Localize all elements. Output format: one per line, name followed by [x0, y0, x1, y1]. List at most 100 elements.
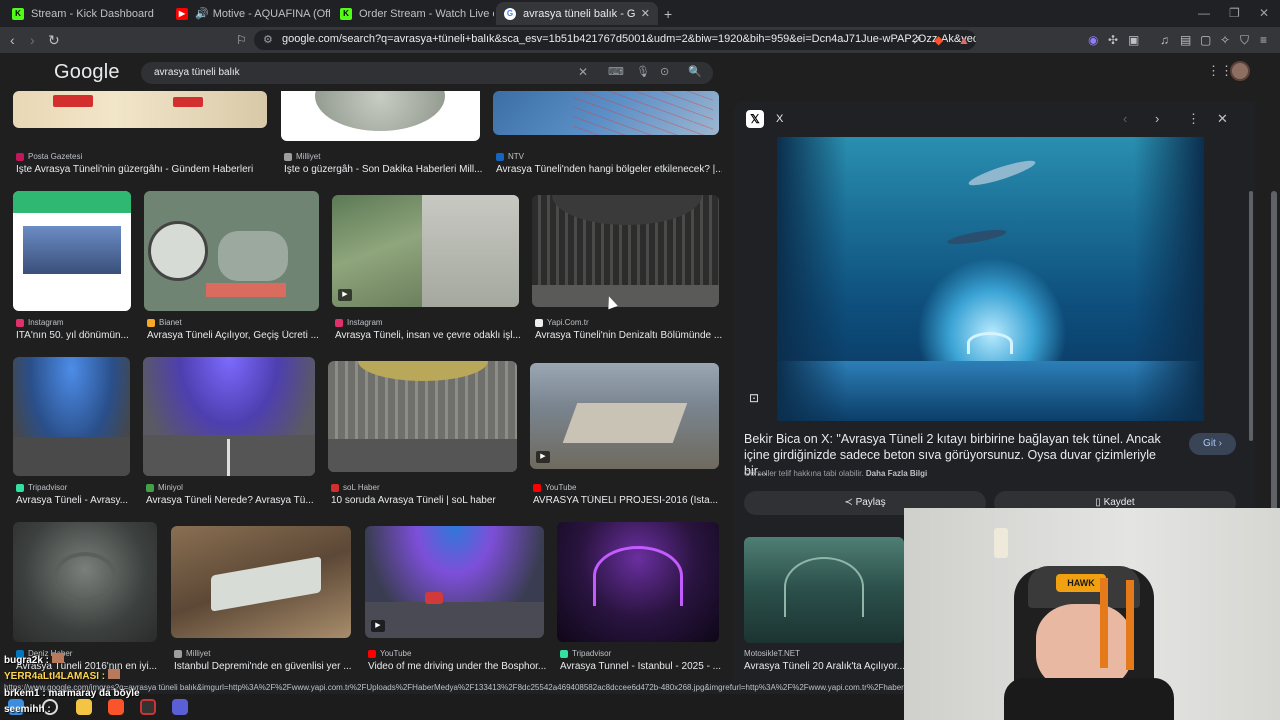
result-thumbnail[interactable] — [328, 361, 517, 472]
related-source[interactable]: MotosikleT.NET — [744, 649, 800, 658]
result-title[interactable]: ITA'nın 50. yıl dönümün... — [16, 330, 134, 341]
result-title[interactable]: Avrasya Tüneli - Avrasy... — [16, 495, 133, 506]
previous-icon[interactable]: ‹ — [1123, 111, 1127, 126]
new-tab-button[interactable]: + — [664, 6, 672, 22]
result-source[interactable]: Yapi.Com.tr — [535, 318, 589, 327]
panel-icon[interactable]: ▤ — [1180, 33, 1191, 47]
result-thumbnail[interactable] — [13, 191, 131, 311]
search-box[interactable]: avrasya tüneli balık ✕ ⌨ 🎙 ⊙ 🔍 — [141, 62, 713, 84]
result-source[interactable]: YouTube — [368, 649, 411, 658]
result-thumbnail[interactable] — [171, 526, 351, 638]
site-info-icon[interactable]: ⚙ — [263, 33, 273, 46]
related-title[interactable]: Avrasya Tüneli 20 Aralık'ta Açılıyor... — [744, 661, 905, 672]
result-title[interactable]: Avrasya Tunnel - İstanbul - 2025 - ... — [560, 661, 722, 672]
lens-icon[interactable]: ⊙ — [660, 65, 669, 78]
result-source[interactable]: Milliyet — [284, 152, 320, 161]
result-thumbnail[interactable] — [13, 357, 130, 476]
shield-icon[interactable]: ⛉ — [1240, 33, 1249, 48]
obs-icon[interactable] — [172, 699, 188, 715]
microphone-icon[interactable]: 🎙 — [636, 65, 650, 78]
result-source[interactable]: YouTube — [533, 483, 576, 492]
vpn-icon[interactable]: ◉ — [1088, 33, 1098, 47]
result-source[interactable]: NTV — [496, 152, 524, 161]
image-results-grid: Posta Gazetesi İşte Avrasya Tüneli'nin g… — [0, 91, 733, 720]
result-thumbnail[interactable]: ▶ — [365, 526, 544, 638]
result-title[interactable]: Avrasya Tüneli, insan ve çevre odaklı iş… — [335, 330, 522, 341]
explorer-icon[interactable] — [76, 699, 92, 715]
scrollbar-thumb[interactable] — [1271, 191, 1277, 531]
result-thumbnail[interactable] — [493, 91, 719, 135]
close-tab-icon[interactable]: ✕ — [641, 7, 650, 20]
brave-icon[interactable] — [108, 699, 124, 715]
result-title[interactable]: Video of me driving under the Bosphor... — [368, 661, 547, 672]
result-source[interactable]: Tripadvisor — [560, 649, 611, 658]
visit-button[interactable]: Git › — [1189, 433, 1236, 455]
tab-kick-order[interactable]: K Order Stream - Watch Live on Kick — [332, 2, 494, 25]
result-thumbnail[interactable]: ▶ — [530, 363, 719, 469]
minimize-button[interactable]: — — [1198, 6, 1210, 20]
result-thumbnail[interactable] — [532, 195, 719, 307]
close-panel-icon[interactable]: ✕ — [1217, 111, 1228, 127]
forward-button[interactable]: › — [30, 32, 35, 48]
result-source[interactable]: Tripadvisor — [16, 483, 67, 492]
scrollbar-thumb[interactable] — [1249, 191, 1253, 441]
wallet-icon[interactable]: ▢ — [1200, 33, 1211, 47]
result-title[interactable]: Avrasya Tüneli Nerede? Avrasya Tü... — [146, 495, 318, 506]
result-title[interactable]: İşte o güzergâh - Son Dakika Haberleri M… — [284, 164, 483, 175]
more-info-link[interactable]: Daha Fazla Bilgi — [866, 469, 927, 478]
menu-icon[interactable]: ≡ — [1260, 33, 1267, 47]
window-close-button[interactable]: ✕ — [1259, 6, 1269, 20]
reload-button[interactable]: ↻ — [48, 32, 60, 49]
next-icon[interactable]: › — [1155, 111, 1159, 126]
search-query[interactable]: avrasya tüneli balık — [154, 67, 240, 78]
maximize-button[interactable]: ❐ — [1229, 6, 1240, 20]
tab-youtube-music[interactable]: ▶ 🔊 Motive - AQUAFINA (Official Mu — [168, 2, 330, 25]
result-thumbnail[interactable] — [143, 357, 315, 476]
result-source[interactable]: Instagram — [16, 318, 64, 327]
more-options-icon[interactable]: ⋮ — [1187, 111, 1200, 127]
result-title[interactable]: Avrasya Tüneli'nden hangi bölgeler etkil… — [496, 164, 722, 175]
back-button[interactable]: ‹ — [10, 32, 15, 48]
panel-site-name[interactable]: X — [776, 113, 783, 125]
result-source[interactable]: Miniyol — [146, 483, 183, 492]
result-thumbnail[interactable] — [13, 91, 267, 128]
result-title[interactable]: İstanbul Depremi'nde en güvenlisi yer ..… — [174, 661, 354, 672]
brave-rewards-icon[interactable]: ▲ — [958, 33, 970, 47]
search-icon[interactable]: 🔍 — [688, 65, 702, 78]
lens-search-icon[interactable]: ⊡ — [749, 391, 759, 405]
address-bar[interactable]: ⚙ google.com/search?q=avrasya+tüneli+bal… — [254, 30, 976, 50]
result-title[interactable]: Avrasya Tüneli Açılıyor, Geçiş Ücreti ..… — [147, 330, 322, 341]
result-title[interactable]: İşte Avrasya Tüneli'nin güzergâhı - Günd… — [16, 164, 270, 175]
sidebar-icon[interactable]: ▣ — [1128, 33, 1139, 47]
result-source[interactable]: Instagram — [335, 318, 383, 327]
clear-search-icon[interactable]: ✕ — [578, 65, 588, 79]
keyboard-icon[interactable]: ⌨ — [608, 65, 624, 78]
result-source[interactable]: Bianet — [147, 318, 182, 327]
google-logo[interactable]: Google — [54, 61, 120, 84]
result-thumbnail[interactable]: ▶ — [332, 195, 519, 307]
result-source[interactable]: Milliyet — [174, 649, 210, 658]
result-title[interactable]: AVRASYA TÜNELİ PROJESİ-2016 (İsta... — [533, 495, 722, 506]
result-thumbnail[interactable] — [557, 522, 719, 642]
preview-image[interactable] — [777, 137, 1204, 421]
result-source[interactable]: soL Haber — [331, 483, 380, 492]
result-thumbnail[interactable] — [144, 191, 319, 311]
leo-ai-icon[interactable]: ✧ — [1220, 33, 1230, 47]
related-thumbnail[interactable] — [744, 537, 904, 643]
bookmark-icon[interactable]: ⚐ — [236, 33, 247, 47]
tab-google-search[interactable]: G avrasya tüneli balık - Google'da ✕ — [496, 2, 658, 25]
result-title[interactable]: 10 soruda Avrasya Tüneli | soL haber — [331, 495, 520, 506]
result-source[interactable]: Posta Gazetesi — [16, 152, 82, 161]
play-icon: ▶ — [371, 620, 385, 632]
result-thumbnail[interactable] — [281, 91, 480, 141]
account-avatar[interactable] — [1230, 61, 1250, 81]
music-icon[interactable]: ♫ — [1160, 33, 1169, 47]
tab-kick-dashboard[interactable]: K Stream - Kick Dashboard — [4, 2, 166, 25]
share-icon[interactable]: ↗ — [912, 33, 922, 47]
result-title[interactable]: Avrasya Tüneli'nin Denizaltı Bölümünde .… — [535, 330, 722, 341]
result-thumbnail[interactable] — [13, 522, 157, 642]
extensions-icon[interactable]: ✣ — [1108, 33, 1118, 47]
brave-shield-icon[interactable]: ◆ — [934, 33, 943, 47]
source-favicon-icon — [284, 152, 292, 161]
app-icon[interactable] — [140, 699, 156, 715]
